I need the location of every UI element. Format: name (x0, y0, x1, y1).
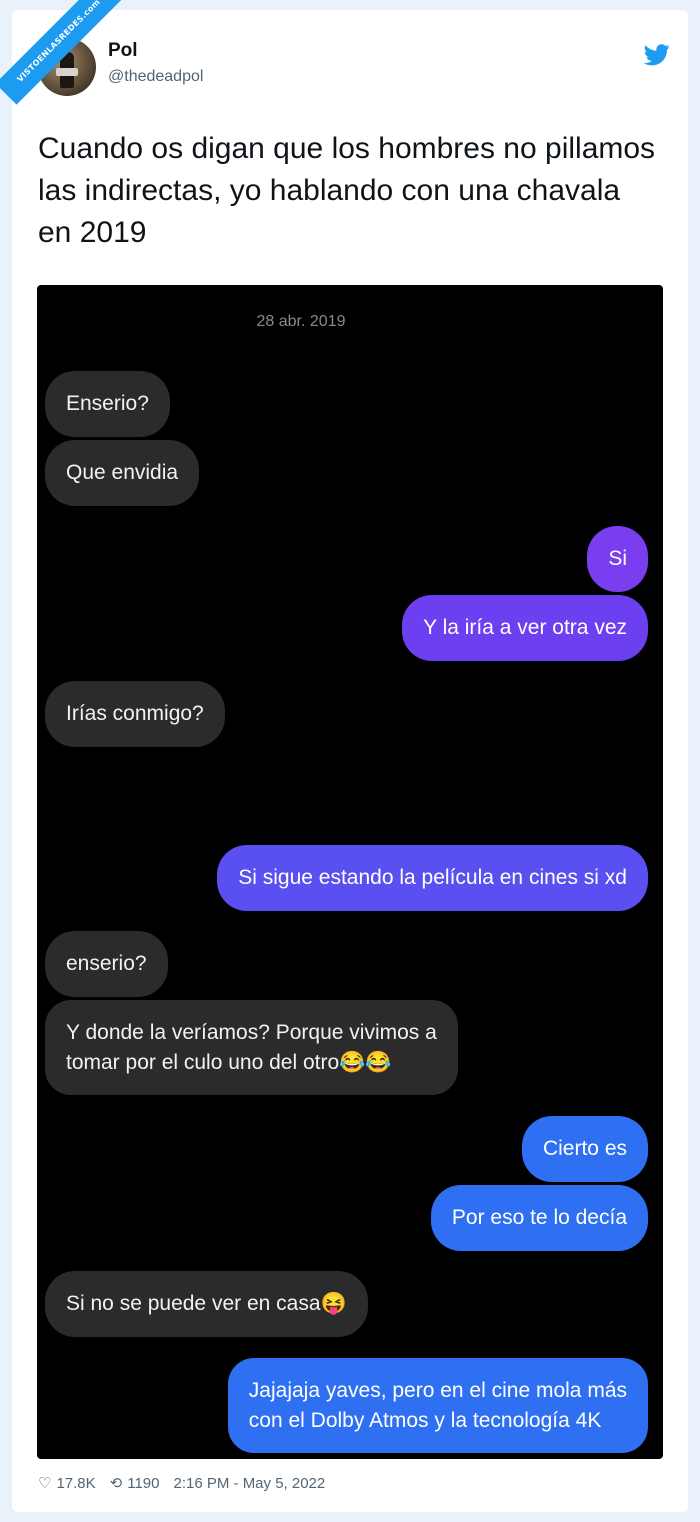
like-group[interactable]: ♡ 17.8K (38, 1474, 96, 1492)
retweet-count: 1190 (127, 1474, 160, 1492)
timestamp[interactable]: 2:16 PM - May 5, 2022 (174, 1475, 326, 1492)
message-bubble: Y donde la veríamos? Porque vivimos a to… (45, 1000, 458, 1095)
tweet-footer: ♡ 17.8K ⟲ 1190 2:16 PM - May 5, 2022 (38, 1472, 658, 1494)
message-bubble: Jajajaja yaves, pero en el cine mola más… (227, 1358, 648, 1453)
tweet-header: Pol @thedeadpol (38, 38, 670, 98)
tweet-text: Cuando os digan que los hombres no pilla… (38, 132, 656, 249)
message-bubble: Si (587, 526, 648, 592)
retweet-icon[interactable]: ⟲ (110, 1474, 123, 1492)
like-count: 17.8K (56, 1474, 96, 1492)
message-bubble: Si sigue estando la película en cines si… (217, 845, 648, 911)
chat-screenshot: 28 abr. 2019 Enserio? Que envidia Si Y l… (37, 285, 663, 1459)
message-bubble: Y la iría a ver otra vez (402, 595, 648, 661)
message-bubble: enserio? (45, 931, 168, 997)
emoji-message: 😋 (49, 768, 95, 819)
message-bubble: Irías conmigo? (45, 681, 225, 747)
message-bubble: Cierto es (521, 1116, 648, 1182)
author-name[interactable]: Pol (108, 40, 138, 62)
watermark-sub: .com (79, 0, 102, 20)
chat-date: 28 abr. 2019 (256, 313, 346, 330)
author-handle[interactable]: @thedeadpol (108, 68, 203, 86)
message-bubble: Si no se puede ver en casa😝 (45, 1271, 368, 1337)
message-bubble: Por eso te lo decía (430, 1185, 648, 1251)
twitter-bird-icon[interactable] (644, 44, 670, 66)
retweet-group[interactable]: ⟲ 1190 (110, 1474, 160, 1492)
heart-icon[interactable]: ♡ (38, 1474, 51, 1492)
tweet-card: VISTOENLASREDES.com Pol @thedeadpol Cuan… (0, 0, 688, 1512)
message-bubble: Que envidia (45, 440, 200, 506)
message-bubble: Enserio? (45, 371, 170, 437)
